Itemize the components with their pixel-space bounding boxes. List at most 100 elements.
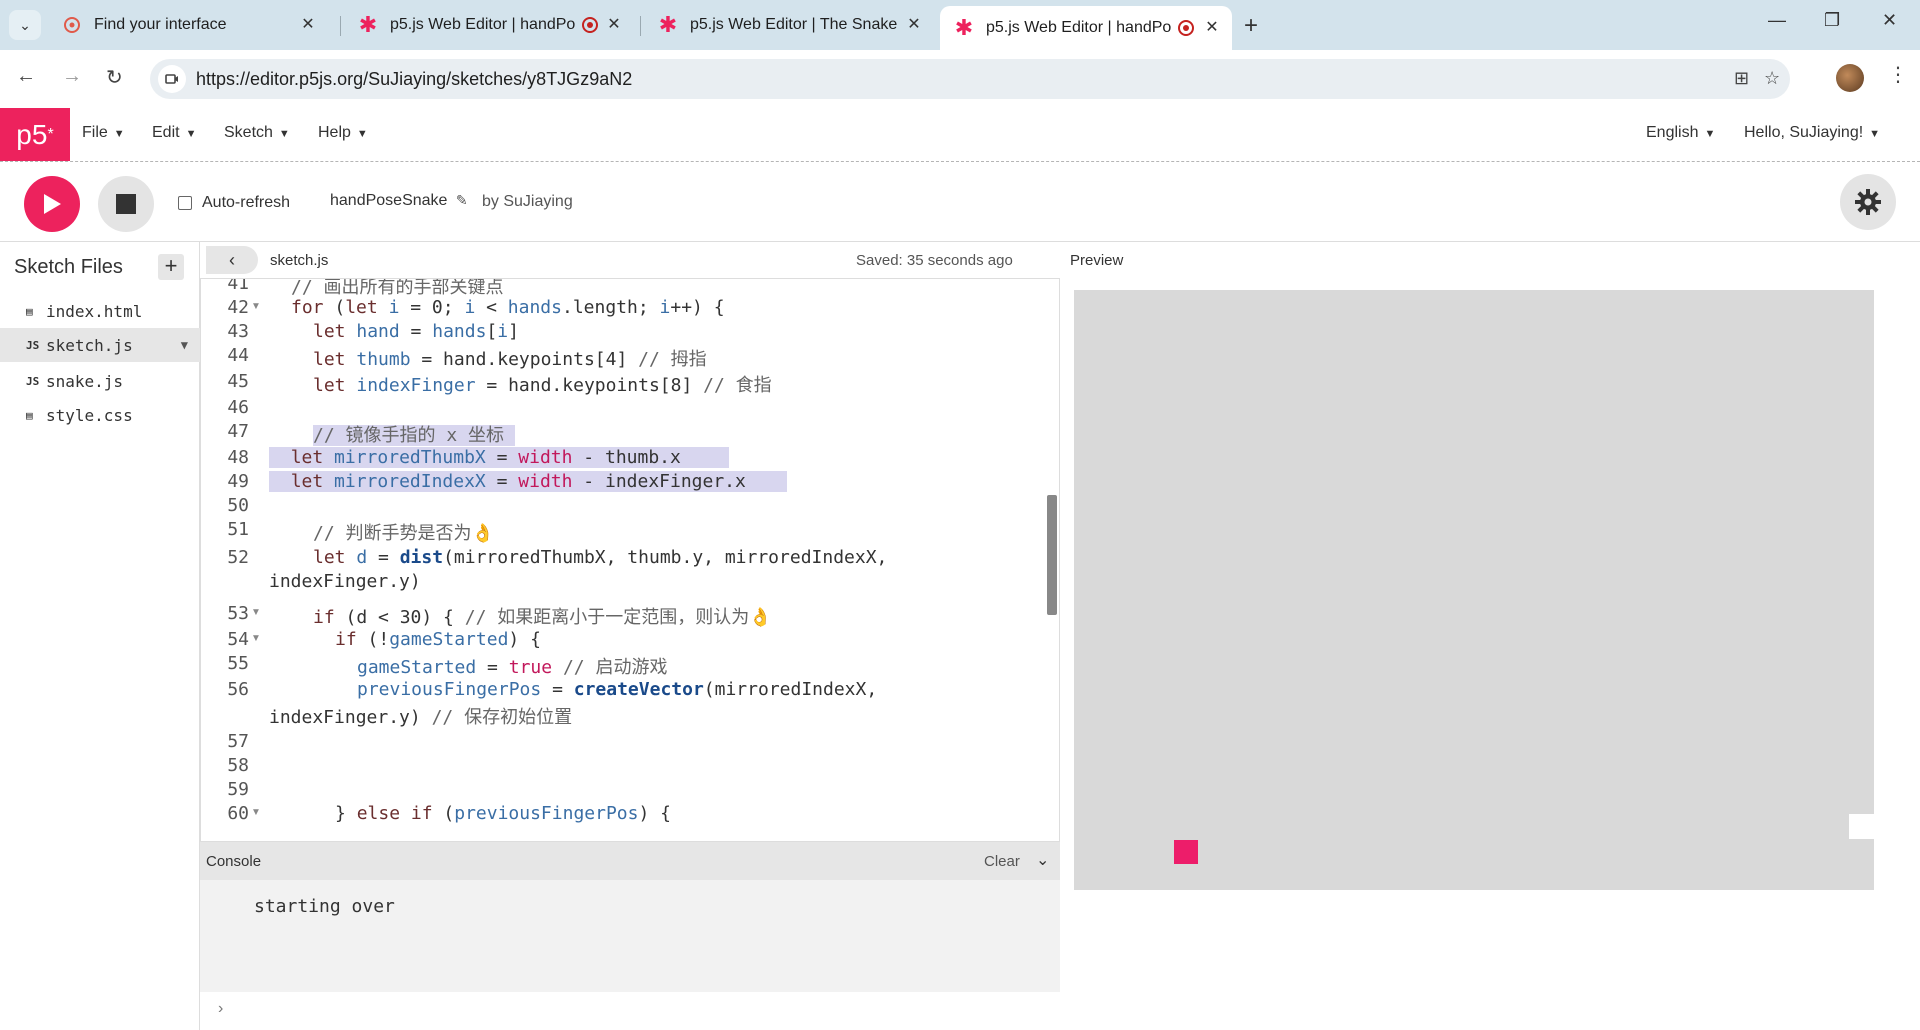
close-icon[interactable]: ✕ [298,15,318,35]
gear-icon [1855,189,1881,215]
line-number: 59 [227,779,249,800]
minimize-button[interactable]: — [1768,10,1786,31]
code-line: if (!gameStarted) { [335,629,541,650]
collapse-sidebar-button[interactable]: ‹ [206,246,258,274]
play-icon [44,194,61,214]
fold-icon[interactable]: ▼ [251,607,261,618]
project-author: by SuJiaying [482,193,573,210]
bookmark-star-icon[interactable]: ☆ [1764,68,1780,89]
close-icon[interactable]: ✕ [904,15,924,35]
menu-label: Sketch [224,124,273,141]
line-number: 47 [227,421,249,442]
code-line: // 镜像手指的 x 坐标 [313,425,515,446]
tab-separator [640,16,641,36]
address-bar-row: ← → ↻ https://editor.p5js.org/SuJiaying/… [0,50,1920,108]
menu-sketch[interactable]: Sketch ▼ [224,124,290,142]
menu-edit[interactable]: Edit ▼ [152,124,196,142]
add-file-button[interactable]: + [158,254,184,280]
close-icon[interactable]: ✕ [1202,18,1222,38]
pencil-icon[interactable]: ✎ [456,192,468,208]
reload-button[interactable]: ↻ [106,65,123,90]
line-number: 56 [227,679,249,700]
file-name: style.css [46,405,133,425]
code-line: let d = dist(mirroredThumbX, thumb.y, mi… [313,547,888,568]
settings-button[interactable] [1840,174,1896,230]
file-index-html[interactable]: ▤ index.html [0,294,200,328]
caret-down-icon[interactable]: ▼ [181,338,188,352]
editor-scrollbar[interactable] [1047,495,1057,615]
line-number: 44 [227,345,249,366]
project-name[interactable]: handPoseSnake ✎ [330,192,468,210]
auto-refresh-checkbox[interactable] [178,196,192,210]
code-editor[interactable]: 41 42 ▼ 43 44 45 46 47 48 49 50 51 52 53 ▼… [200,278,1060,842]
chevron-down-icon[interactable]: ⌄ [1036,850,1049,870]
fold-icon[interactable]: ▼ [251,301,261,312]
tab-search-button[interactable]: ⌄ [9,10,41,40]
restore-button[interactable]: ❐ [1824,10,1840,31]
close-icon[interactable]: ✕ [604,15,624,35]
code-line: let indexFinger = hand.keypoints[8] // 食… [313,375,772,396]
console-clear-button[interactable]: Clear [984,853,1020,870]
code-line: // 画出所有的手部关键点 [291,278,504,298]
line-number: 52 [227,547,249,568]
profile-avatar[interactable] [1836,64,1864,92]
p5-asterisk-icon: ✱ [954,15,974,40]
language-menu[interactable]: English ▼ [1646,124,1715,142]
forward-button[interactable]: → [62,65,82,88]
sketch-canvas[interactable] [1074,290,1874,890]
menu-help[interactable]: Help ▼ [318,124,368,142]
code-line: gameStarted = true // 启动游戏 [357,657,668,678]
p5-logo[interactable]: p5 * [0,108,70,161]
chevron-right-icon: › [218,1000,224,1017]
line-number: 43 [227,321,249,342]
browser-tab-handpose-active[interactable]: ✱ p5.js Web Editor | handPo ✕ [940,6,1232,50]
logo-asterisk: * [47,125,54,143]
line-number: 58 [227,755,249,776]
code-line: indexFinger.y) [269,571,421,592]
sidebar-title: Sketch Files [14,256,123,278]
new-tab-button[interactable]: + [1244,12,1258,40]
close-window-button[interactable]: ✕ [1882,10,1897,31]
omnibox[interactable]: https://editor.p5js.org/SuJiaying/sketch… [150,59,1790,99]
file-name: index.html [46,301,143,321]
file-snake-js[interactable]: JS snake.js [0,364,200,398]
browser-menu-icon[interactable]: ⋮ [1888,62,1908,87]
tab-title: p5.js Web Editor | handPo [986,19,1171,36]
translate-icon[interactable]: ⊞ [1734,68,1749,89]
console-output: starting over [200,880,1060,992]
file-style-css[interactable]: ▤ style.css [0,398,200,432]
line-number: 57 [227,731,249,752]
sketch-toolbar: Auto-refresh handPoseSnake ✎ by SuJiayin… [0,162,1920,242]
stop-button[interactable] [98,176,154,232]
console-input[interactable]: › [200,992,1060,1030]
browser-tab-find-interface[interactable]: Find your interface ✕ [48,8,328,42]
user-menu[interactable]: Hello, SuJiaying! ▼ [1744,124,1880,142]
code-line: indexFinger.y) // 保存初始位置 [269,707,573,728]
code-line: let mirroredIndexX = width - indexFinger… [269,471,787,492]
code-line: let thumb = hand.keypoints[4] // 拇指 [313,349,707,370]
site-info-icon[interactable] [158,65,186,93]
back-button[interactable]: ← [16,65,36,88]
file-icon: ▤ [26,304,33,318]
line-number: 54 [227,629,249,650]
line-number: 46 [227,397,249,418]
fold-icon[interactable]: ▼ [251,807,261,818]
tab-separator [340,16,341,36]
user-label: Hello, SuJiaying! [1744,124,1864,141]
menu-file[interactable]: File ▼ [82,124,125,142]
language-label: English [1646,124,1699,141]
line-number: 45 [227,371,249,392]
code-line: for (let i = 0; i < hands.length; i++) { [291,297,725,318]
browser-tab-snake[interactable]: ✱ p5.js Web Editor | The Snake ✕ [644,8,934,42]
auto-refresh-toggle[interactable]: Auto-refresh [178,194,290,212]
line-number: 41 [227,278,249,294]
code-line: let mirroredThumbX = width - thumb.x [269,447,729,468]
browser-tab-handpose-1[interactable]: ✱ p5.js Web Editor | handPo ✕ [344,8,634,42]
play-button[interactable] [24,176,80,232]
file-sketch-js[interactable]: JS sketch.js ▼ [0,328,200,362]
file-name: snake.js [46,371,124,391]
p5-asterisk-icon: ✱ [358,12,378,37]
fold-icon[interactable]: ▼ [251,633,261,644]
menu-label: Help [318,124,351,141]
p5-asterisk-icon: ✱ [658,12,678,37]
